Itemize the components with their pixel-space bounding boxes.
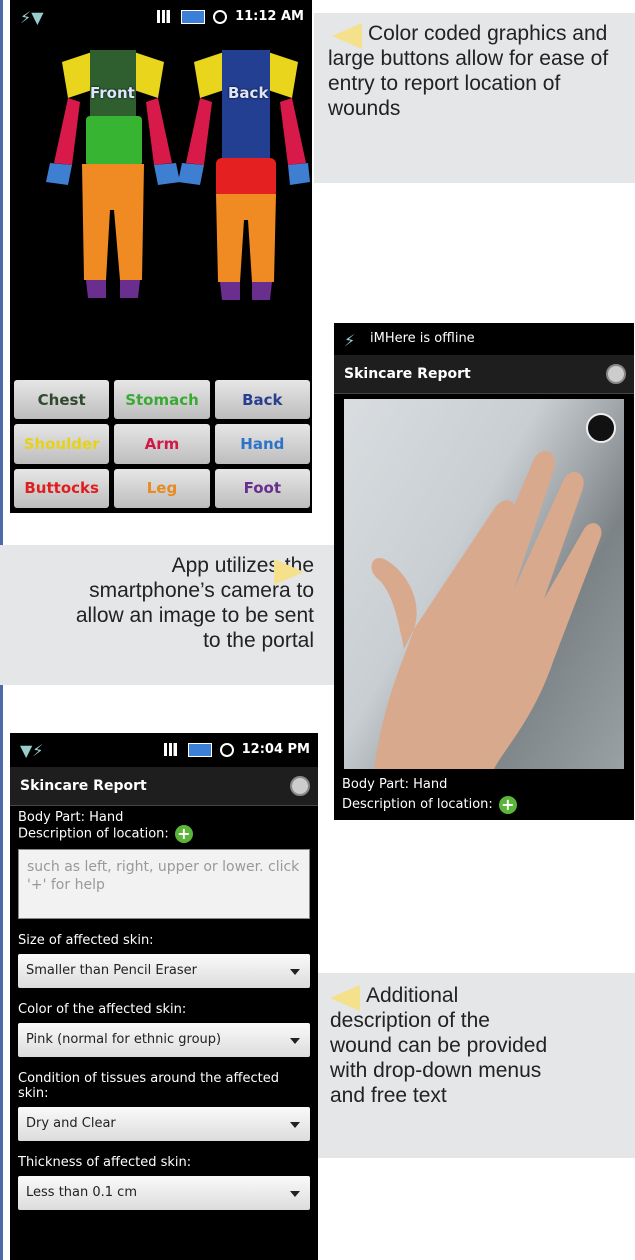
description-label: Description of location:: [342, 797, 493, 812]
front-leg: [82, 164, 144, 280]
chevron-down-icon: [290, 1191, 300, 1197]
thickness-dropdown[interactable]: Less than 0.1 cm: [18, 1176, 310, 1210]
hand-button[interactable]: Hand: [214, 424, 310, 464]
description-label: Description of location:: [18, 826, 169, 842]
back-shoulder-left: [194, 52, 224, 98]
callout-description: Additional description of the wound can …: [318, 973, 635, 1158]
condition-value: Dry and Clear: [26, 1116, 116, 1131]
body-part-text: Body Part: Hand: [342, 777, 448, 792]
back-arm-right: [280, 98, 306, 165]
back-label: Back: [228, 84, 269, 102]
back-back: [222, 50, 270, 165]
back-foot-left: [220, 282, 240, 300]
front-hand-right: [154, 163, 180, 185]
callout-arrow: [332, 23, 362, 49]
chevron-down-icon: [290, 969, 300, 975]
clock: 12:04 PM: [241, 742, 310, 757]
size-label: Size of affected skin:: [18, 933, 154, 948]
offline-status: iMHere is offline: [370, 331, 475, 346]
back-button[interactable]: Back: [214, 380, 310, 420]
title-bar: Skincare Report: [10, 767, 318, 806]
condition-label: Condition of tissues around the affected…: [18, 1071, 279, 1101]
callout-text: Color coded graphics and large buttons a…: [328, 22, 609, 120]
color-value: Pink (normal for ethnic group): [26, 1032, 222, 1047]
chest-button[interactable]: Chest: [14, 380, 110, 420]
callout-camera: App utilizes the smartphone’s camera to …: [0, 545, 334, 685]
signal-icon: [157, 10, 174, 23]
back-buttocks: [216, 158, 276, 198]
foot-button[interactable]: Foot: [214, 468, 310, 508]
battery-icon: [187, 742, 212, 757]
front-stomach: [86, 116, 142, 166]
thickness-value: Less than 0.1 cm: [26, 1185, 137, 1200]
callout-arrow: [274, 559, 304, 585]
battery-icon: [181, 9, 206, 24]
signal-icon: [163, 743, 180, 756]
front-arm-right: [146, 98, 172, 165]
buttocks-button[interactable]: Buttocks: [14, 468, 110, 508]
back-hand-left: [178, 163, 204, 185]
wound-photo: [344, 399, 624, 769]
arm-button[interactable]: Arm: [114, 424, 210, 464]
color-label: Color of the affected skin:: [18, 1002, 187, 1017]
front-shoulder-left: [62, 52, 92, 98]
chevron-down-icon: [290, 1038, 300, 1044]
back-arm-left: [186, 98, 212, 165]
notification-icons: ▼⚡: [20, 741, 44, 760]
hand-image: [371, 450, 602, 769]
callout-color-coded: Color coded graphics and large buttons a…: [314, 13, 635, 183]
condition-dropdown[interactable]: Dry and Clear: [18, 1107, 310, 1141]
body-map-screen: ⚡▼ 11:12 AM Front Back Chest Stomach Bac…: [10, 0, 312, 513]
description-textarea[interactable]: such as left, right, upper or lower. cli…: [18, 849, 310, 919]
body-part-buttons: Chest Stomach Back Shoulder Arm Hand But…: [14, 380, 310, 508]
thickness-label: Thickness of affected skin:: [18, 1155, 192, 1170]
status-bar: ⚡▼ 11:12 AM: [10, 0, 312, 34]
front-shoulder-right: [134, 52, 164, 98]
front-foot-left: [86, 280, 106, 298]
usb-icon: ⚡: [344, 331, 356, 350]
body-part-text: Body Part: Hand: [18, 810, 124, 825]
front-arm-left: [54, 98, 80, 165]
alarm-icon: [213, 9, 228, 24]
shoulder-button[interactable]: Shoulder: [14, 424, 110, 464]
back-foot-right: [252, 282, 272, 300]
back-shoulder-right: [268, 52, 298, 98]
body-figures: [46, 50, 310, 300]
title-bar: Skincare Report: [334, 355, 634, 394]
front-hand-left: [46, 163, 72, 185]
save-icon[interactable]: [606, 364, 626, 384]
chevron-down-icon: [290, 1122, 300, 1128]
size-value: Smaller than Pencil Eraser: [26, 963, 198, 978]
clock: 11:12 AM: [235, 9, 304, 24]
callout-arrow: [330, 985, 360, 1011]
leg-button[interactable]: Leg: [114, 468, 210, 508]
screen-title: Skincare Report: [20, 778, 147, 794]
camera-screen: ⚡ iMHere is offline Skincare Report Body…: [334, 323, 634, 820]
back-leg: [216, 194, 276, 282]
usb-icon: ⚡▼: [20, 8, 44, 27]
stomach-button[interactable]: Stomach: [114, 380, 210, 420]
camera-icon[interactable]: [586, 413, 616, 443]
back-hand-right: [288, 163, 310, 185]
front-label: Front: [90, 84, 135, 102]
status-bar: ⚡ iMHere is offline: [334, 323, 634, 355]
front-foot-right: [120, 280, 140, 298]
color-dropdown[interactable]: Pink (normal for ethnic group): [18, 1023, 310, 1057]
report-form-screen: ▼⚡ 12:04 PM Skincare Report Body Part: H…: [10, 733, 318, 1260]
screen-title: Skincare Report: [344, 366, 471, 382]
add-description-icon[interactable]: +: [174, 825, 193, 843]
add-description-icon[interactable]: +: [498, 795, 517, 814]
size-dropdown[interactable]: Smaller than Pencil Eraser: [18, 954, 310, 988]
alarm-icon: [219, 742, 234, 757]
status-bar: ▼⚡ 12:04 PM: [10, 733, 318, 767]
save-icon[interactable]: [290, 776, 310, 796]
